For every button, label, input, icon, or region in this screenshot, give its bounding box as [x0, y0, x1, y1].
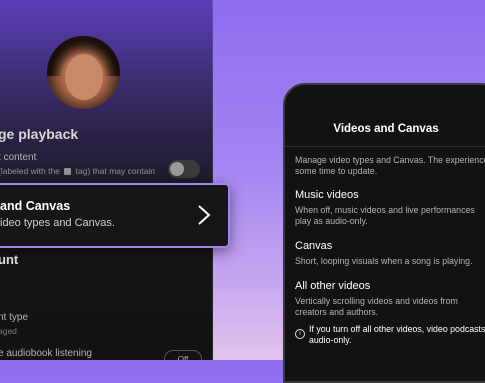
card-title: and Canvas: [0, 199, 71, 213]
music-videos-line-2: play as audio-only.: [295, 216, 368, 226]
chevron-right-icon: [198, 205, 211, 225]
explicit-content-desc: (labeled with the tag) that may contain: [0, 166, 155, 176]
explicit-desc-post: tag) that may contain: [75, 166, 156, 176]
info-icon: i: [295, 329, 305, 339]
account-type-label: nt type: [0, 312, 29, 323]
music-videos-title[interactable]: Music videos: [295, 189, 359, 201]
explicit-badge-icon: [64, 168, 72, 176]
header-divider: [285, 146, 485, 147]
playback-heading: ge playback: [0, 126, 79, 142]
explicit-content-label: t content: [0, 152, 37, 163]
music-videos-line-1: When off, music videos and live performa…: [295, 205, 475, 215]
other-videos-line-1: Vertically scrolling videos and videos f…: [295, 296, 458, 306]
canvas-line-1: Short, looping visuals when a song is pl…: [295, 256, 473, 266]
screen-title: Videos and Canvas: [333, 123, 439, 135]
intro-line-1: Manage video types and Canvas. The exper…: [295, 155, 485, 165]
audiobook-listening-label: e audiobook listening: [0, 348, 92, 359]
canvas-title[interactable]: Canvas: [295, 240, 332, 252]
avatar-face: [65, 54, 103, 100]
explicit-content-toggle[interactable]: [168, 160, 200, 178]
settings-panel: ge playback t content (labeled with the …: [0, 0, 213, 360]
profile-avatar[interactable]: [47, 36, 120, 109]
note-line-2: audio-only.: [309, 335, 352, 345]
other-videos-title[interactable]: All other videos: [295, 280, 370, 292]
note-line-1: If you turn off all other videos, video …: [309, 324, 485, 334]
intro-line-2: some time to update.: [295, 166, 378, 176]
videos-canvas-screen: Videos and Canvas Manage video types and…: [283, 83, 485, 383]
card-subtitle: ideo types and Canvas.: [0, 217, 115, 229]
account-section-title: unt: [0, 252, 19, 267]
explicit-desc-pre: (labeled with the: [0, 166, 60, 176]
other-videos-line-2: creators and authors.: [295, 307, 379, 317]
account-type-value: aged: [0, 326, 17, 336]
videos-and-canvas-row[interactable]: and Canvas ideo types and Canvas.: [0, 183, 230, 248]
audiobook-pill[interactable]: Off: [164, 350, 202, 360]
toggle-knob: [170, 162, 184, 176]
